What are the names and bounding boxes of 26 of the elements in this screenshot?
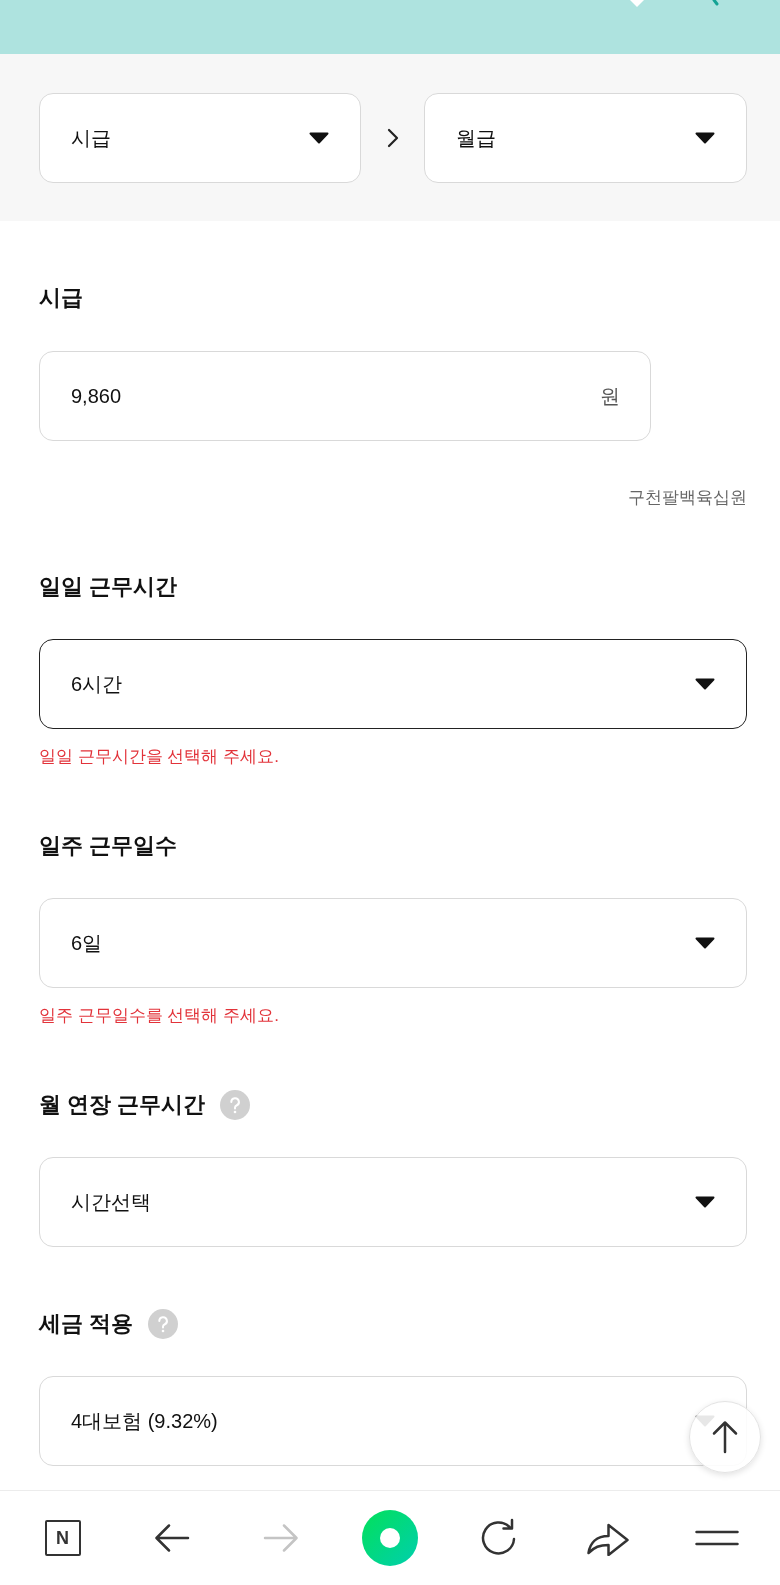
field-label: 일일 근무시간 bbox=[39, 573, 178, 601]
select-field[interactable]: 시간선택 bbox=[39, 1157, 747, 1247]
home-button[interactable]: N bbox=[44, 1520, 81, 1556]
select-field[interactable]: 월급 bbox=[424, 92, 747, 183]
caret-down-icon bbox=[695, 131, 715, 144]
caret-down-icon bbox=[695, 937, 715, 949]
caret-down-icon bbox=[695, 678, 715, 690]
select-field[interactable]: 6일 bbox=[39, 898, 747, 988]
field-label: 월 연장 근무시간 bbox=[39, 1091, 206, 1119]
error-message: 일일 근무시간을 선택해 주세요. bbox=[39, 746, 280, 768]
amount-in-words: 구천팔백육십원 bbox=[627, 487, 747, 509]
select-field[interactable]: 시급 bbox=[39, 92, 361, 183]
caret-down-icon bbox=[695, 1196, 715, 1208]
field-label: 세금 적용 bbox=[39, 1310, 134, 1338]
field-label: 시급 bbox=[39, 284, 83, 312]
back-arrow-icon[interactable] bbox=[153, 1523, 190, 1553]
chevron-right-icon bbox=[386, 127, 399, 148]
menu-icon[interactable] bbox=[695, 1530, 740, 1546]
scroll-top-button[interactable] bbox=[689, 1401, 761, 1473]
field-label: 일주 근무일수 bbox=[39, 832, 178, 860]
unit-label: 원 bbox=[600, 384, 620, 409]
select-field[interactable]: 4대보험 (9.32%) bbox=[39, 1376, 747, 1466]
arrow-up-icon bbox=[712, 1420, 738, 1454]
error-message: 일주 근무일수를 선택해 주세요. bbox=[39, 1005, 280, 1027]
caret-down-icon bbox=[309, 131, 329, 144]
select-field[interactable]: 6시간 bbox=[39, 639, 747, 729]
